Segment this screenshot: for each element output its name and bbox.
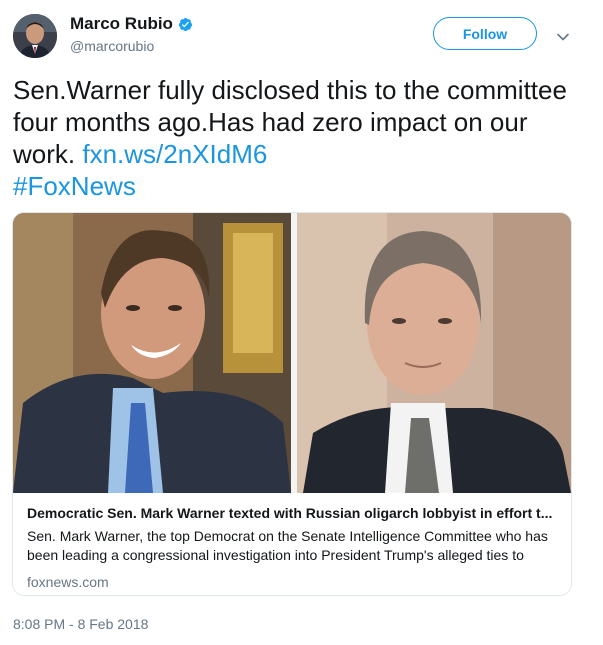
tweet-link[interactable]: fxn.ws/2nXIdM6 bbox=[82, 139, 267, 169]
tweet-hashtag[interactable]: #FoxNews bbox=[13, 171, 136, 201]
follow-button[interactable]: Follow bbox=[433, 17, 537, 50]
author-handle[interactable]: @marcorubio bbox=[70, 38, 154, 54]
card-description: Sen. Mark Warner, the top Democrat on th… bbox=[27, 528, 548, 563]
card-body: Democratic Sen. Mark Warner texted with … bbox=[27, 503, 559, 591]
tweet-text: Sen.Warner fully disclosed this to the c… bbox=[13, 74, 583, 202]
card-image[interactable] bbox=[13, 213, 571, 493]
author-name-line[interactable]: Marco Rubio bbox=[70, 14, 193, 34]
avatar-photo bbox=[13, 14, 57, 58]
tweet-timestamp[interactable]: 8:08 PM - 8 Feb 2018 bbox=[13, 616, 148, 632]
avatar[interactable] bbox=[13, 14, 57, 58]
verified-badge-icon bbox=[178, 17, 193, 32]
link-preview-card[interactable]: Democratic Sen. Mark Warner texted with … bbox=[12, 212, 572, 596]
card-title[interactable]: Democratic Sen. Mark Warner texted with … bbox=[27, 503, 559, 523]
author-name[interactable]: Marco Rubio bbox=[70, 14, 173, 34]
chevron-down-icon[interactable] bbox=[555, 29, 571, 45]
card-domain: foxnews.com bbox=[27, 574, 109, 590]
